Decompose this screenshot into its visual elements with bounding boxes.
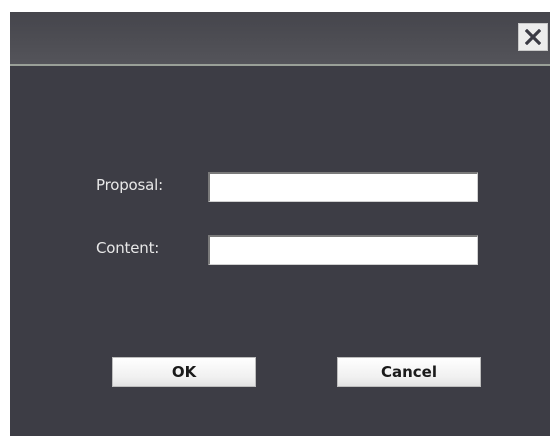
title-bar xyxy=(10,12,550,66)
content-input[interactable] xyxy=(208,235,478,265)
cancel-button[interactable]: Cancel xyxy=(337,357,481,387)
dialog-window: Proposal: Content: OK Cancel xyxy=(10,12,550,436)
proposal-label: Proposal: xyxy=(96,176,163,194)
content-label: Content: xyxy=(96,239,160,257)
proposal-input[interactable] xyxy=(208,172,478,202)
close-button[interactable] xyxy=(518,23,548,51)
close-icon xyxy=(525,29,541,45)
ok-button[interactable]: OK xyxy=(112,357,256,387)
